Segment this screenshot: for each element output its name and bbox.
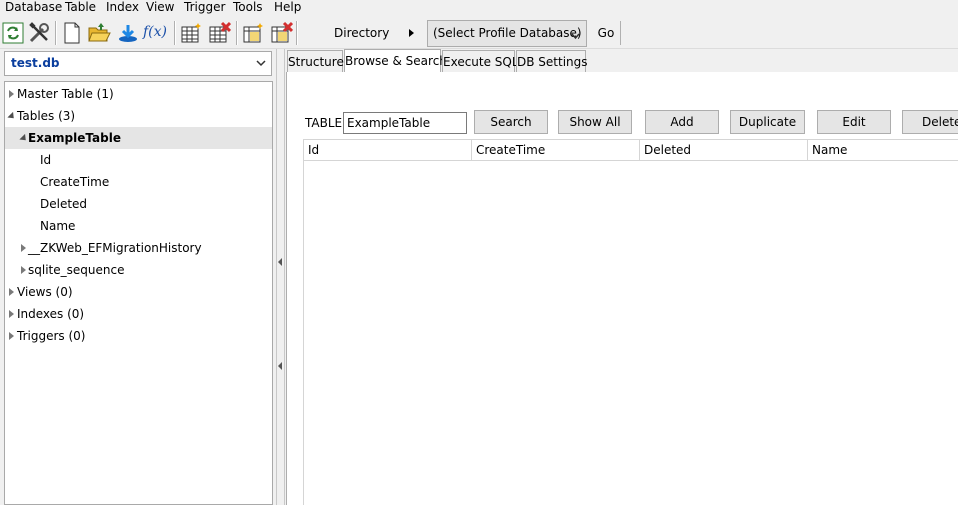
new-view-icon[interactable] — [241, 21, 265, 45]
tree-item-migration-history[interactable]: __ZKWeb_EFMigrationHistory — [5, 237, 272, 259]
toolbar-separator — [296, 21, 298, 45]
new-file-icon[interactable] — [60, 21, 84, 45]
tree-item-column[interactable]: CreateTime — [5, 171, 272, 193]
expand-icon[interactable] — [9, 332, 14, 340]
tab-structure[interactable]: Structure — [287, 50, 344, 72]
menu-help[interactable]: Help — [274, 0, 301, 16]
chevron-right-icon — [409, 29, 414, 37]
column-header-id[interactable]: Id — [304, 140, 472, 160]
tree-item-example-table[interactable]: ExampleTable — [5, 127, 272, 149]
main-panel: Structure Browse & Search Execute SQL DB… — [286, 49, 958, 505]
chevron-down-icon — [256, 57, 266, 72]
collapse-left-icon[interactable] — [278, 258, 282, 266]
schema-tree[interactable]: Master Table (1) Tables (3) ExampleTable… — [4, 81, 273, 505]
toolbar: f(x) Directory (Select Profile Database)… — [0, 17, 958, 49]
function-icon[interactable]: f(x) — [143, 21, 171, 45]
table-label: TABLE — [305, 116, 343, 130]
tree-item-label: __ZKWeb_EFMigrationHistory — [28, 241, 202, 255]
panel-splitter[interactable] — [276, 49, 285, 505]
duplicate-button[interactable]: Duplicate — [730, 110, 805, 134]
new-table-icon[interactable] — [179, 21, 203, 45]
tree-item-label: Deleted — [40, 197, 88, 211]
tree-item-label: Views (0) — [17, 285, 73, 299]
tree-item-triggers[interactable]: Triggers (0) — [5, 325, 272, 347]
expand-icon[interactable] — [9, 90, 14, 98]
show-all-button[interactable]: Show All — [558, 110, 632, 134]
expand-icon[interactable] — [21, 266, 26, 274]
menu-index[interactable]: Index — [106, 0, 139, 16]
tree-item-tables[interactable]: Tables (3) — [5, 105, 272, 127]
import-icon[interactable] — [116, 21, 140, 45]
toolbar-separator — [236, 21, 238, 45]
tree-item-indexes[interactable]: Indexes (0) — [5, 303, 272, 325]
results-grid-header: Id CreateTime Deleted Name — [303, 139, 958, 161]
collapse-icon[interactable] — [7, 111, 17, 122]
column-header-deleted[interactable]: Deleted — [640, 140, 808, 160]
results-grid-body[interactable] — [303, 161, 958, 505]
go-button[interactable]: Go — [592, 21, 621, 45]
column-header-name[interactable]: Name — [808, 140, 958, 160]
search-button[interactable]: Search — [474, 110, 548, 134]
browse-search-panel: TABLE Search Show All Add Duplicate Edit… — [286, 72, 958, 505]
edit-button[interactable]: Edit — [817, 110, 891, 134]
menu-view[interactable]: View — [146, 0, 174, 16]
tree-item-views[interactable]: Views (0) — [5, 281, 272, 303]
expand-icon[interactable] — [21, 244, 26, 252]
tree-item-column[interactable]: Name — [5, 215, 272, 237]
column-header-createtime[interactable]: CreateTime — [472, 140, 640, 160]
tree-item-label: Tables (3) — [17, 109, 76, 123]
menu-database[interactable]: Database — [5, 0, 62, 16]
database-select[interactable]: test.db — [4, 51, 272, 76]
expand-icon[interactable] — [9, 310, 14, 318]
add-button[interactable]: Add — [645, 110, 719, 134]
tree-item-label: Indexes (0) — [17, 307, 85, 321]
database-name: test.db — [11, 56, 60, 70]
directory-label: Directory — [334, 26, 390, 40]
profile-select-value: (Select Profile Database) — [433, 26, 582, 40]
tree-item-label: CreateTime — [40, 175, 110, 189]
tree-item-column[interactable]: Id — [5, 149, 272, 171]
menu-table[interactable]: Table — [65, 0, 96, 16]
directory-button[interactable]: Directory — [300, 21, 424, 45]
menu-tools[interactable]: Tools — [233, 0, 263, 16]
tree-item-label: Id — [40, 153, 52, 167]
tree-item-column[interactable]: Deleted — [5, 193, 272, 215]
table-name-input[interactable] — [343, 112, 467, 134]
tree-item-label: Triggers (0) — [17, 329, 86, 343]
toolbar-separator — [55, 21, 57, 45]
delete-button[interactable]: Delete — [902, 110, 958, 134]
tree-item-master-table[interactable]: Master Table (1) — [5, 83, 272, 105]
toolbar-separator — [174, 21, 176, 45]
tree-item-label: Master Table (1) — [17, 87, 114, 101]
delete-table-icon[interactable] — [207, 21, 232, 45]
tools-icon[interactable] — [27, 21, 51, 45]
profile-database-select[interactable]: (Select Profile Database) — [427, 20, 587, 47]
tree-item-sqlite-sequence[interactable]: sqlite_sequence — [5, 259, 272, 281]
menubar: Database Table Index View Trigger Tools … — [0, 0, 958, 17]
tree-item-label: ExampleTable — [28, 131, 121, 145]
open-folder-icon[interactable] — [87, 21, 111, 45]
tab-browse-search[interactable]: Browse & Search — [344, 49, 447, 73]
refresh-icon[interactable] — [1, 21, 25, 45]
collapse-left-icon[interactable] — [278, 362, 282, 370]
tab-db-settings[interactable]: DB Settings — [516, 50, 588, 72]
delete-view-icon[interactable] — [269, 21, 294, 45]
tree-item-label: Name — [40, 219, 76, 233]
menu-trigger[interactable]: Trigger — [184, 0, 225, 16]
tree-item-label: sqlite_sequence — [28, 263, 125, 277]
expand-icon[interactable] — [9, 288, 14, 296]
tab-execute-sql[interactable]: Execute SQL — [442, 50, 519, 72]
